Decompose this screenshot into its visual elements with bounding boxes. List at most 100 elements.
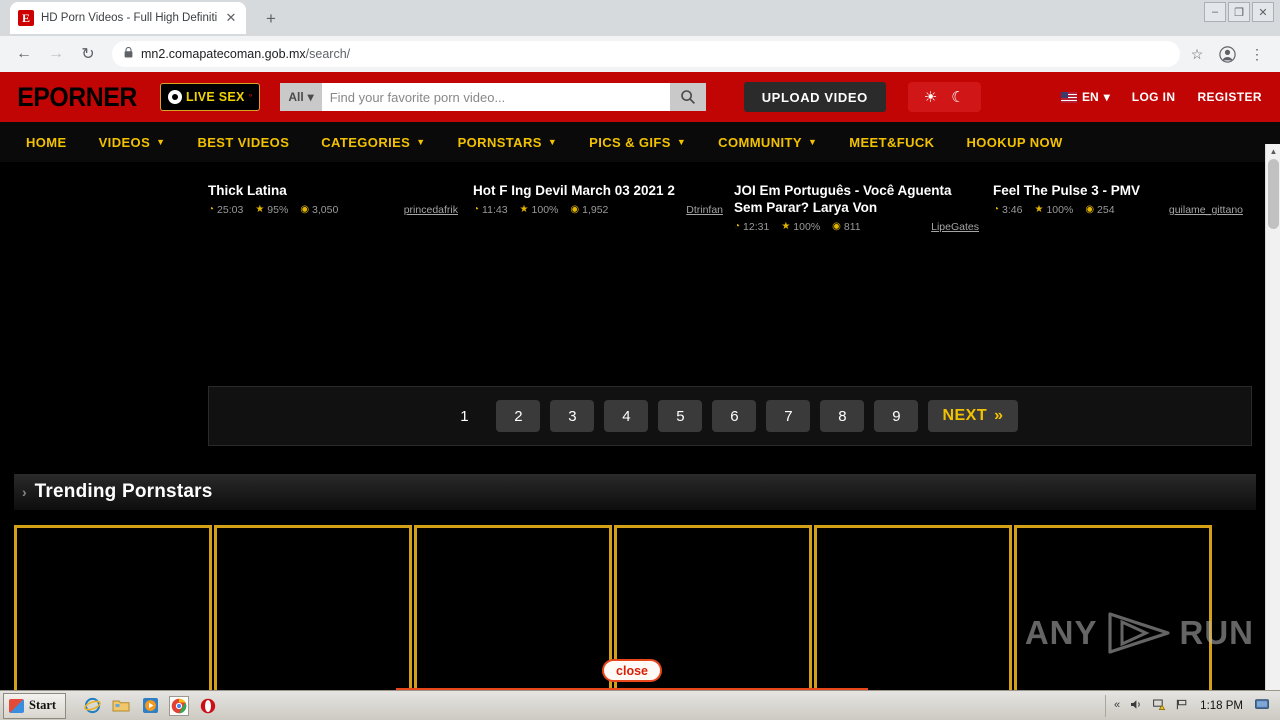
- search-scope-dropdown[interactable]: All ▾: [280, 83, 322, 111]
- volume-icon[interactable]: [1130, 699, 1143, 713]
- flag-us-icon: [1061, 91, 1078, 103]
- internet-explorer-icon[interactable]: [82, 696, 102, 716]
- upload-video-button[interactable]: UPLOAD VIDEO: [743, 82, 886, 112]
- nav-item-hookup-now[interactable]: HOOKUP NOW: [950, 135, 1078, 150]
- tab-close-icon[interactable]: ✕: [224, 10, 238, 26]
- chrome-icon[interactable]: [169, 695, 190, 716]
- browser-tab[interactable]: E HD Porn Videos - Full High Definition …: [10, 2, 246, 34]
- video-meta: ◔ 25:03 ★ 95% ◉ 3,050 princedafrik: [208, 204, 458, 216]
- page-button-5[interactable]: 5: [658, 400, 703, 432]
- moon-icon[interactable]: ☾: [951, 90, 964, 105]
- video-uploader-link[interactable]: Dtrinfan: [686, 204, 723, 216]
- browser-menu-icon[interactable]: ⋮: [1244, 41, 1270, 67]
- page-button-1[interactable]: 1: [442, 400, 486, 432]
- forward-button[interactable]: →: [42, 40, 70, 68]
- login-link[interactable]: LOG IN: [1132, 90, 1176, 104]
- page-button-6[interactable]: 6: [712, 400, 757, 432]
- nav-item-meet-fuck[interactable]: MEET&FUCK: [833, 135, 950, 150]
- start-button[interactable]: Start: [3, 692, 67, 719]
- windows-taskbar: Start « 1:18 PM: [0, 690, 1280, 720]
- nav-item-videos[interactable]: VIDEOS ▼: [83, 135, 182, 150]
- video-duration: ◔ 12:31: [734, 221, 769, 233]
- address-bar[interactable]: mn2.comapatecoman.gob.mx/search/: [112, 41, 1180, 67]
- video-rating-value: 100%: [531, 204, 559, 216]
- nav-item-pornstars[interactable]: PORNSTARS ▼: [442, 135, 574, 150]
- scrollbar-thumb[interactable]: [1268, 159, 1279, 229]
- clock-icon: ◔: [473, 204, 480, 215]
- search-input[interactable]: [321, 83, 670, 111]
- video-uploader-link[interactable]: princedafrik: [404, 204, 458, 216]
- pornstar-card[interactable]: EMILY WILLIS: [1014, 525, 1212, 690]
- browser-toolbar: ← → ↻ mn2.comapatecoman.gob.mx/search/ ☆…: [0, 36, 1280, 72]
- page-button-4[interactable]: 4: [604, 400, 649, 432]
- eye-icon: ◉: [1085, 204, 1095, 215]
- nav-item-label: PORNSTARS: [457, 134, 542, 150]
- scroll-up-arrow[interactable]: ▲: [1266, 144, 1280, 159]
- video-uploader-link[interactable]: LipeGates: [931, 221, 979, 233]
- nav-item-best-videos[interactable]: BEST VIDEOS: [181, 135, 305, 150]
- profile-avatar-icon[interactable]: [1214, 41, 1240, 67]
- video-uploader-link[interactable]: guilame_gittano: [1169, 204, 1243, 216]
- back-button[interactable]: ←: [10, 40, 38, 68]
- video-title[interactable]: Hot F Ing Devil March 03 2021 2: [473, 182, 723, 199]
- video-title[interactable]: JOI Em Português - Você Aguenta Sem Para…: [734, 182, 979, 216]
- page-button-3[interactable]: 3: [550, 400, 595, 432]
- register-link[interactable]: REGISTER: [1197, 90, 1262, 104]
- page-button-9[interactable]: 9: [874, 400, 919, 432]
- language-selector[interactable]: EN ▾: [1061, 90, 1110, 104]
- video-card[interactable]: JOI Em Português - Você Aguenta Sem Para…: [734, 182, 979, 233]
- video-title[interactable]: Thick Latina: [208, 182, 458, 199]
- minimize-button[interactable]: –: [1204, 2, 1226, 22]
- reload-button[interactable]: ↻: [74, 40, 102, 68]
- new-tab-button[interactable]: +: [258, 7, 284, 31]
- nav-item-pics-gifs[interactable]: PICS & GIFS ▼: [573, 135, 702, 150]
- flag-icon[interactable]: [1176, 699, 1188, 713]
- nav-item-home[interactable]: HOME: [10, 135, 83, 150]
- network-warning-icon[interactable]: [1153, 699, 1166, 713]
- nav-item-label: HOME: [26, 134, 67, 150]
- live-sex-label: LIVE SEX: [186, 90, 245, 104]
- media-player-icon[interactable]: [140, 696, 160, 716]
- close-overlay-button[interactable]: close: [602, 659, 662, 682]
- search-button[interactable]: [669, 83, 706, 111]
- video-card[interactable]: Hot F Ing Devil March 03 2021 2 ◔ 11:43 ★ 10…: [473, 182, 723, 216]
- nav-item-categories[interactable]: CATEGORIES ▼: [305, 135, 441, 150]
- page-button-2[interactable]: 2: [496, 400, 541, 432]
- pornstar-card[interactable]: [414, 525, 612, 690]
- live-sex-badge[interactable]: LIVE SEX °: [160, 83, 261, 111]
- chevron-down-icon: ▼: [156, 137, 166, 147]
- nav-item-community[interactable]: COMMUNITY ▼: [702, 135, 833, 150]
- video-title[interactable]: Feel The Pulse 3 - PMV: [993, 182, 1243, 199]
- page-button-7[interactable]: 7: [766, 400, 811, 432]
- restore-button[interactable]: ❐: [1228, 2, 1250, 22]
- video-meta: ◔ 12:31 ★ 100% ◉ 811 LipeGates: [734, 221, 979, 233]
- video-card[interactable]: Feel The Pulse 3 - PMV ◔ 3:46 ★ 100% ◉ 254 guil…: [993, 182, 1243, 216]
- video-card[interactable]: Thick Latina ◔ 25:03 ★ 95% ◉ 3,050 princedafrik: [208, 182, 458, 216]
- file-explorer-icon[interactable]: [111, 696, 131, 716]
- video-duration-value: 11:43: [482, 204, 508, 216]
- star-icon: ★: [1034, 204, 1044, 215]
- tray-expand-icon[interactable]: «: [1114, 700, 1120, 711]
- video-rating-value: 100%: [1046, 204, 1074, 216]
- page-button-8[interactable]: 8: [820, 400, 865, 432]
- next-label: NEXT: [942, 407, 988, 424]
- pornstar-card[interactable]: ENZIE REEVES: [814, 525, 1012, 690]
- browser-titlebar: E HD Porn Videos - Full High Definition …: [0, 0, 1280, 36]
- video-rating-value: 100%: [793, 221, 821, 233]
- close-window-button[interactable]: ✕: [1252, 2, 1274, 22]
- main-nav: HOME VIDEOS ▼ BEST VIDEOS CATEGORIES ▼ PORNSTA…: [0, 122, 1280, 162]
- pornstar-card[interactable]: KRYSTAL BOYD: [14, 525, 212, 690]
- next-page-button[interactable]: NEXT »: [928, 400, 1018, 432]
- bookmark-star-icon[interactable]: ☆: [1184, 41, 1210, 67]
- page-scrollbar[interactable]: ▲ ▼: [1265, 144, 1280, 690]
- site-logo[interactable]: EPORNER: [17, 82, 137, 113]
- search-bar: All ▾: [280, 83, 706, 111]
- start-label: Start: [29, 698, 57, 712]
- opera-icon[interactable]: [198, 696, 218, 716]
- monitor-icon[interactable]: [1255, 698, 1269, 713]
- clock[interactable]: 1:18 PM: [1200, 700, 1243, 712]
- sun-icon[interactable]: ☀: [924, 90, 937, 105]
- pornstar-card[interactable]: AIDRA FOX: [214, 525, 412, 690]
- video-duration-value: 12:31: [743, 221, 770, 233]
- video-meta: ◔ 11:43 ★ 100% ◉ 1,952 Dtrinfan: [473, 204, 723, 216]
